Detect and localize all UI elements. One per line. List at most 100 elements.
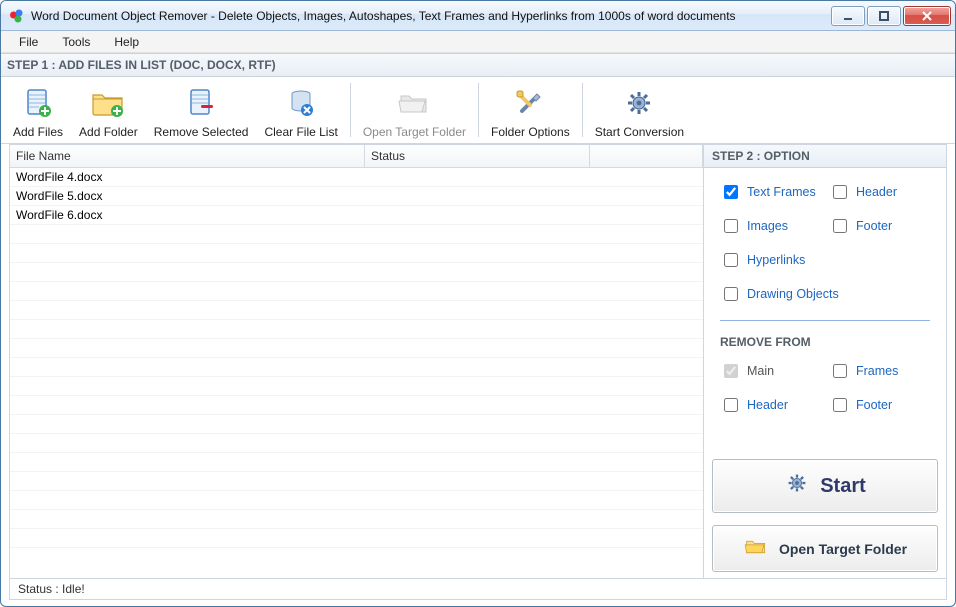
- app-icon: [9, 8, 25, 24]
- table-row-empty: [10, 377, 703, 396]
- opt-text-frames-label: Text Frames: [747, 185, 816, 199]
- step2-header: STEP 2 : OPTION: [704, 145, 946, 168]
- file-list-header: File Name Status: [10, 145, 703, 168]
- rf-footer-checkbox[interactable]: [833, 398, 847, 412]
- rf-footer[interactable]: Footer: [829, 395, 930, 415]
- opt-header[interactable]: Header: [829, 182, 930, 202]
- table-row-empty: [10, 510, 703, 529]
- toolbar: Add Files Add Folder Remo: [1, 77, 955, 144]
- minimize-button[interactable]: [831, 6, 865, 26]
- options-panel: STEP 2 : OPTION Text Frames Header Image…: [704, 145, 946, 578]
- table-row[interactable]: WordFile 4.docx: [10, 168, 703, 187]
- table-row-empty: [10, 415, 703, 434]
- table-row-empty: [10, 529, 703, 548]
- table-row-empty: [10, 434, 703, 453]
- start-button[interactable]: Start: [712, 459, 938, 513]
- toolbar-separator: [478, 83, 479, 137]
- table-row-empty: [10, 396, 703, 415]
- add-folder-label: Add Folder: [79, 125, 138, 139]
- table-row-empty: [10, 320, 703, 339]
- document-remove-icon: [181, 83, 221, 123]
- opt-footer-checkbox[interactable]: [833, 219, 847, 233]
- remove-from-grid: Main Frames Header Footer: [720, 361, 930, 415]
- menu-help[interactable]: Help: [104, 33, 149, 51]
- menu-file[interactable]: File: [9, 33, 48, 51]
- start-label: Start: [820, 475, 866, 498]
- table-row-empty: [10, 301, 703, 320]
- opt-footer-label: Footer: [856, 219, 892, 233]
- rf-main: Main: [720, 361, 821, 381]
- col-filename[interactable]: File Name: [10, 145, 365, 167]
- table-row[interactable]: WordFile 6.docx: [10, 206, 703, 225]
- opt-images[interactable]: Images: [720, 216, 821, 236]
- add-files-label: Add Files: [13, 125, 63, 139]
- col-empty: [590, 145, 703, 167]
- opt-text-frames[interactable]: Text Frames: [720, 182, 821, 202]
- rf-header-checkbox[interactable]: [724, 398, 738, 412]
- opt-hyperlinks[interactable]: Hyperlinks: [720, 250, 821, 270]
- cell-filename: WordFile 6.docx: [10, 208, 365, 222]
- app-window: Word Document Object Remover - Delete Ob…: [0, 0, 956, 607]
- opt-images-checkbox[interactable]: [724, 219, 738, 233]
- menu-tools[interactable]: Tools: [52, 33, 100, 51]
- add-files-button[interactable]: Add Files: [5, 79, 71, 141]
- rf-main-label: Main: [747, 364, 774, 378]
- file-rows[interactable]: WordFile 4.docx WordFile 5.docx WordFile 6…: [10, 168, 703, 578]
- table-row-empty: [10, 358, 703, 377]
- cell-filename: WordFile 4.docx: [10, 170, 365, 184]
- status-bar: Status : Idle!: [9, 578, 947, 600]
- rf-footer-label: Footer: [856, 398, 892, 412]
- opt-drawing-objects-label: Drawing Objects: [747, 287, 839, 301]
- rf-frames-checkbox[interactable]: [833, 364, 847, 378]
- folder-open-icon: [743, 536, 769, 561]
- remove-selected-label: Remove Selected: [154, 125, 249, 139]
- rf-frames-label: Frames: [856, 364, 898, 378]
- clear-list-icon: [281, 83, 321, 123]
- clear-file-list-button[interactable]: Clear File List: [256, 79, 345, 141]
- table-row-empty: [10, 282, 703, 301]
- option-checkbox-grid: Text Frames Header Images Footer: [720, 182, 930, 304]
- maximize-button[interactable]: [867, 6, 901, 26]
- open-target-folder-big-label: Open Target Folder: [779, 541, 907, 557]
- table-row-empty: [10, 263, 703, 282]
- window-controls: [829, 6, 951, 26]
- add-folder-button[interactable]: Add Folder: [71, 79, 146, 141]
- file-list: File Name Status WordFile 4.docxWordFile…: [10, 145, 704, 578]
- opt-drawing-objects-checkbox[interactable]: [724, 287, 738, 301]
- opt-header-checkbox[interactable]: [833, 185, 847, 199]
- opt-footer[interactable]: Footer: [829, 216, 930, 236]
- table-row-empty: [10, 491, 703, 510]
- step1-header: STEP 1 : ADD FILES IN LIST (DOC, DOCX, R…: [1, 53, 955, 77]
- options-body: Text Frames Header Images Footer: [704, 168, 946, 423]
- toolbar-separator: [582, 83, 583, 137]
- open-target-folder-button[interactable]: Open Target Folder: [355, 79, 474, 141]
- folder-open-icon: [394, 83, 434, 123]
- remove-from-title: REMOVE FROM: [720, 335, 930, 349]
- folder-options-button[interactable]: Folder Options: [483, 79, 578, 141]
- opt-hyperlinks-checkbox[interactable]: [724, 253, 738, 267]
- tools-icon: [510, 83, 550, 123]
- status-text: Status : Idle!: [18, 582, 85, 596]
- rf-main-checkbox: [724, 364, 738, 378]
- table-row-empty: [10, 472, 703, 491]
- remove-selected-button[interactable]: Remove Selected: [146, 79, 257, 141]
- close-button[interactable]: [903, 6, 951, 26]
- content: File Name Status WordFile 4.docxWordFile…: [9, 144, 947, 578]
- gear-icon: [619, 83, 659, 123]
- titlebar: Word Document Object Remover - Delete Ob…: [1, 1, 955, 31]
- table-row-empty: [10, 225, 703, 244]
- opt-text-frames-checkbox[interactable]: [724, 185, 738, 199]
- col-status[interactable]: Status: [365, 145, 590, 167]
- table-row[interactable]: WordFile 5.docx: [10, 187, 703, 206]
- start-conversion-button[interactable]: Start Conversion: [587, 79, 692, 141]
- table-row-empty: [10, 339, 703, 358]
- rf-header-label: Header: [747, 398, 788, 412]
- cell-filename: WordFile 5.docx: [10, 189, 365, 203]
- rf-header[interactable]: Header: [720, 395, 821, 415]
- start-conversion-label: Start Conversion: [595, 125, 684, 139]
- window-title: Word Document Object Remover - Delete Ob…: [31, 9, 829, 23]
- rf-frames[interactable]: Frames: [829, 361, 930, 381]
- opt-drawing-objects[interactable]: Drawing Objects: [720, 284, 930, 304]
- open-target-folder-big-button[interactable]: Open Target Folder: [712, 525, 938, 572]
- menubar: File Tools Help: [1, 31, 955, 53]
